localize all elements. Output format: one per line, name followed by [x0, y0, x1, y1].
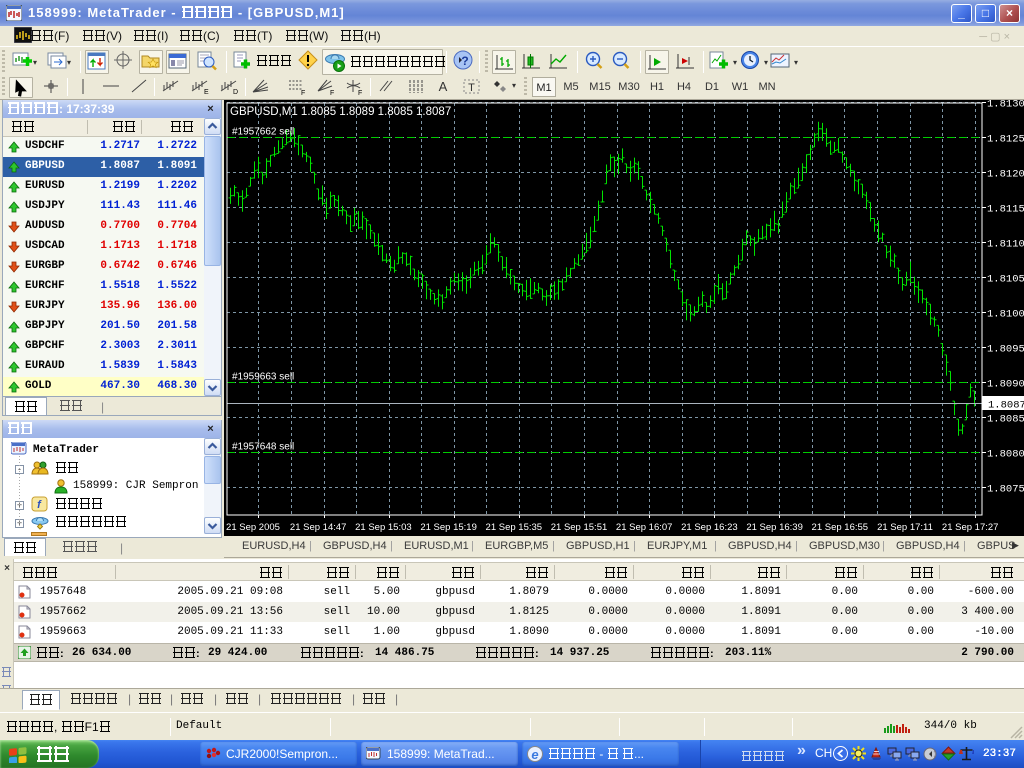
svg-text:21 Sep 17:27: 21 Sep 17:27	[942, 522, 999, 533]
svg-text:F: F	[301, 90, 305, 96]
svg-text:21 Sep 15:03: 21 Sep 15:03	[355, 522, 412, 533]
svg-text:?: ?	[461, 54, 468, 68]
svg-text:1.8075: 1.8075	[987, 484, 1024, 496]
svg-text:21 Sep 15:35: 21 Sep 15:35	[486, 522, 543, 533]
svg-text:1.8105: 1.8105	[987, 274, 1024, 286]
svg-text:#1957662 sell: #1957662 sell	[232, 127, 294, 138]
svg-text:21 Sep 16:55: 21 Sep 16:55	[812, 522, 869, 533]
svg-text:e: e	[531, 747, 538, 762]
svg-text:A: A	[439, 79, 448, 94]
svg-text:1.8120: 1.8120	[987, 169, 1024, 181]
svg-text:F: F	[330, 90, 334, 96]
svg-text:GBPUSD,M1 1.8085 1.8089 1.808: GBPUSD,M1 1.8085 1.8089 1.8085 1.8087	[230, 106, 451, 118]
svg-text:21 Sep 14:47: 21 Sep 14:47	[290, 522, 347, 533]
svg-text:1.8115: 1.8115	[987, 204, 1024, 216]
svg-text:21 Sep 16:39: 21 Sep 16:39	[746, 522, 803, 533]
svg-text:21 Sep 16:07: 21 Sep 16:07	[616, 522, 673, 533]
svg-text:1.8080: 1.8080	[987, 449, 1024, 461]
svg-text:D: D	[233, 89, 238, 96]
svg-text:1.8110: 1.8110	[987, 239, 1024, 251]
svg-text:21 Sep 2005: 21 Sep 2005	[226, 522, 280, 533]
svg-text:21 Sep 17:11: 21 Sep 17:11	[877, 522, 933, 533]
svg-text:1.8125: 1.8125	[987, 134, 1024, 146]
svg-text:21 Sep 15:19: 21 Sep 15:19	[420, 522, 477, 533]
svg-text:21 Sep 16:23: 21 Sep 16:23	[681, 522, 738, 533]
svg-text:1.8090: 1.8090	[987, 379, 1024, 391]
svg-text:1.8095: 1.8095	[987, 344, 1024, 356]
svg-text:21 Sep 15:51: 21 Sep 15:51	[551, 522, 608, 533]
svg-text:1.8130: 1.8130	[987, 100, 1024, 111]
svg-text:1.8100: 1.8100	[987, 309, 1024, 321]
svg-text:#1957648 sell: #1957648 sell	[232, 442, 294, 453]
svg-text:T: T	[468, 82, 475, 94]
svg-text:#1959663 sell: #1959663 sell	[232, 372, 294, 383]
svg-text:1.8085: 1.8085	[987, 414, 1024, 426]
svg-text:F: F	[358, 90, 362, 96]
svg-text:E: E	[204, 89, 209, 96]
svg-text:1.8087: 1.8087	[988, 400, 1024, 412]
